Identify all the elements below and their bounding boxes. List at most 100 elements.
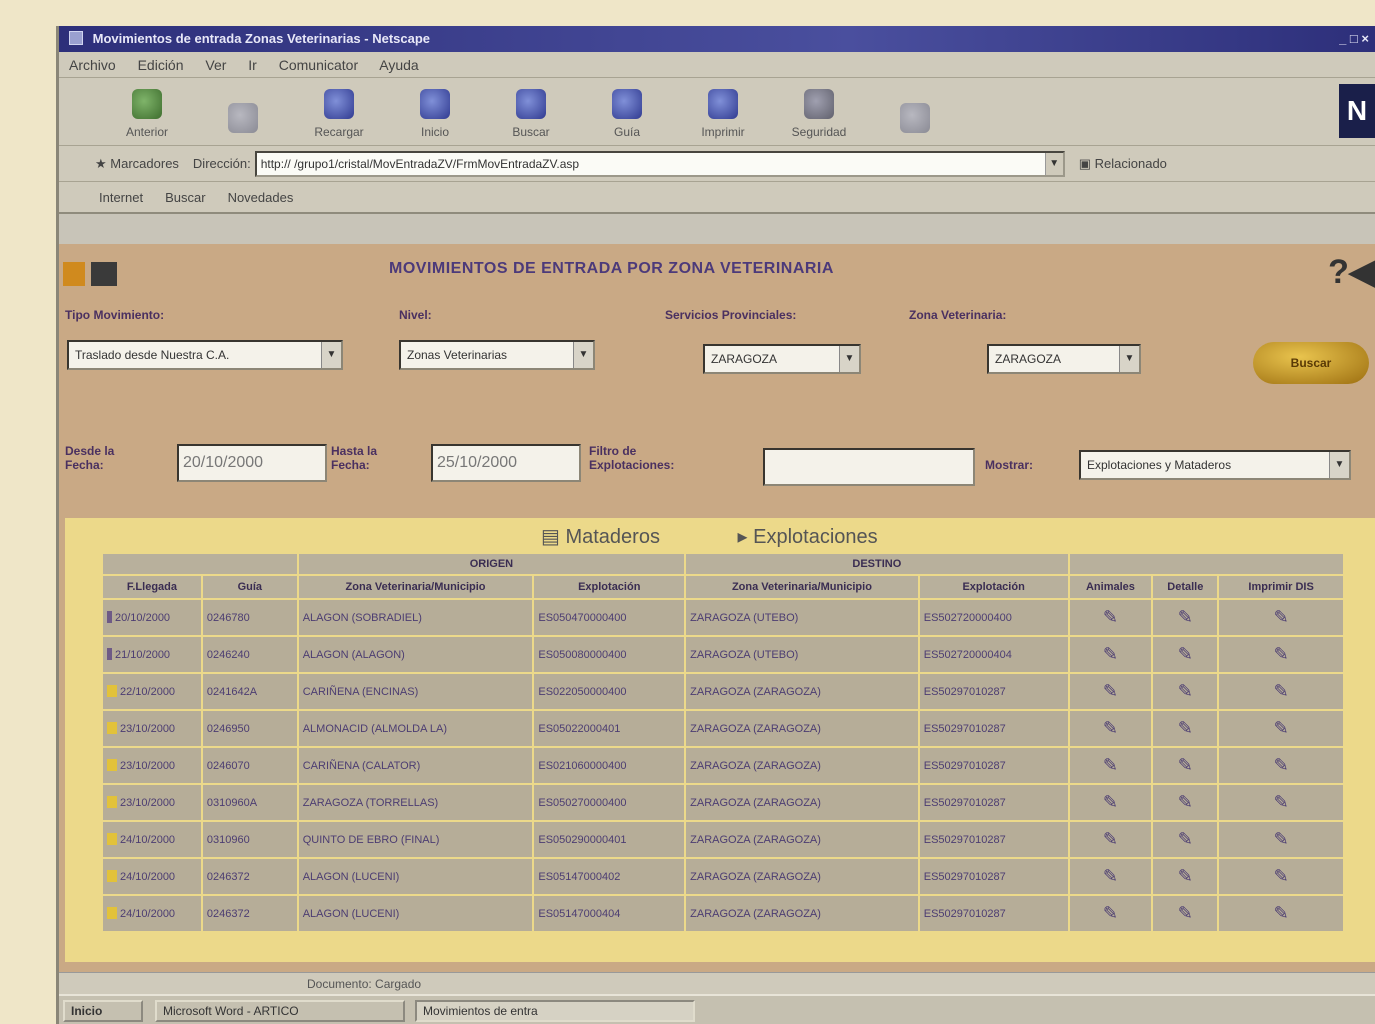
- window-controls[interactable]: _ □ ×: [1339, 26, 1369, 52]
- table-row[interactable]: 23/10/2000 0246950 ALMONACID (ALMOLDA LA) E…: [101, 709, 1345, 748]
- news-link[interactable]: Novedades: [228, 190, 294, 205]
- menu-go[interactable]: Ir: [248, 57, 257, 73]
- imprimir-edit-icon[interactable]: ✎: [1217, 820, 1345, 859]
- animales-edit-icon[interactable]: ✎: [1067, 857, 1154, 896]
- search-link[interactable]: Buscar: [165, 190, 205, 205]
- imprimir-edit-icon[interactable]: ✎: [1217, 746, 1345, 785]
- forward-button[interactable]: [195, 83, 291, 145]
- cell-guia: 0241642A: [200, 672, 299, 711]
- col-zona-origen[interactable]: Zona Veterinaria/Municipio: [296, 574, 535, 600]
- detalle-edit-icon[interactable]: ✎: [1151, 635, 1220, 674]
- detalle-edit-icon[interactable]: ✎: [1151, 820, 1220, 859]
- internet-link[interactable]: Internet: [99, 190, 143, 205]
- filter-row: Tipo Movimiento: Traslado desde Nuestra …: [59, 306, 1375, 386]
- table-row[interactable]: 24/10/2000 0310960 QUINTO DE EBRO (FINAL) E…: [101, 820, 1345, 859]
- table-row[interactable]: 20/10/2000 0246780 ALAGON (SOBRADIEL) ES050…: [101, 598, 1345, 637]
- task-word[interactable]: Microsoft Word - ARTICO: [155, 1000, 405, 1022]
- animales-edit-icon[interactable]: ✎: [1067, 783, 1154, 822]
- imprimir-edit-icon[interactable]: ✎: [1217, 709, 1345, 748]
- menu-edit[interactable]: Edición: [138, 57, 184, 73]
- animales-edit-icon[interactable]: ✎: [1067, 672, 1154, 711]
- back-button[interactable]: Anterior: [99, 83, 195, 145]
- security-button[interactable]: Seguridad: [771, 83, 867, 145]
- cell-expl_o: ES05147000402: [532, 857, 687, 896]
- detalle-edit-icon[interactable]: ✎: [1151, 709, 1220, 748]
- detalle-edit-icon[interactable]: ✎: [1151, 894, 1220, 933]
- filtro-label: Filtro de Explotaciones:: [589, 444, 675, 472]
- menu-communicator[interactable]: Comunicator: [279, 57, 358, 73]
- reload-button[interactable]: Recargar: [291, 83, 387, 145]
- address-dropdown-icon[interactable]: ▼: [1044, 152, 1063, 175]
- nivel-label: Nivel:: [399, 308, 432, 322]
- animales-edit-icon[interactable]: ✎: [1067, 746, 1154, 785]
- guide-button[interactable]: Guía: [579, 83, 675, 145]
- table-row[interactable]: 23/10/2000 0310960A ZARAGOZA (TORRELLAS) ES…: [101, 783, 1345, 822]
- detalle-edit-icon[interactable]: ✎: [1151, 598, 1220, 637]
- imprimir-edit-icon[interactable]: ✎: [1217, 672, 1345, 711]
- hasta-date-input[interactable]: 25/10/2000: [431, 444, 581, 482]
- col-explotacion-origen[interactable]: Explotación: [532, 574, 687, 600]
- imprimir-edit-icon[interactable]: ✎: [1217, 783, 1345, 822]
- start-button[interactable]: Inicio: [63, 1000, 143, 1022]
- address-input[interactable]: http:// /grupo1/cristal/MovEntradaZV/Frm…: [254, 150, 1065, 177]
- task-netscape[interactable]: Movimientos de entra: [415, 1000, 695, 1022]
- imprimir-edit-icon[interactable]: ✎: [1217, 635, 1345, 674]
- cell-guia: 0246950: [200, 709, 299, 748]
- header-blank: [101, 552, 299, 576]
- cell-zona_o: QUINTO DE EBRO (FINAL): [296, 820, 535, 859]
- search-icon: [516, 89, 546, 119]
- tab-explotaciones[interactable]: ▸ Explotaciones: [738, 526, 914, 548]
- title-bar: Movimientos de entrada Zonas Veterinaria…: [59, 26, 1375, 52]
- chevron-down-icon: ▼: [839, 346, 859, 372]
- table-row[interactable]: 24/10/2000 0246372 ALAGON (LUCENI) ES051470…: [101, 894, 1345, 933]
- imprimir-edit-icon[interactable]: ✎: [1217, 894, 1345, 933]
- tab-mataderos[interactable]: ▤ Mataderos: [541, 526, 696, 548]
- table-row[interactable]: 23/10/2000 0246070 CARIÑENA (CALATOR) ES021…: [101, 746, 1345, 785]
- tipo-select[interactable]: Traslado desde Nuestra C.A. ▼: [67, 340, 343, 370]
- desde-date-input[interactable]: 20/10/2000: [177, 444, 327, 482]
- buscar-button[interactable]: Buscar: [1253, 342, 1369, 384]
- print-button[interactable]: Imprimir: [675, 83, 771, 145]
- netscape-icon: [69, 31, 83, 45]
- table-row[interactable]: 22/10/2000 0241642A CARIÑENA (ENCINAS) ES02…: [101, 672, 1345, 711]
- col-explotacion-destino[interactable]: Explotación: [917, 574, 1070, 600]
- table-row[interactable]: 24/10/2000 0246372 ALAGON (LUCENI) ES051470…: [101, 857, 1345, 896]
- folder-marker-icon: [107, 759, 117, 771]
- animales-edit-icon[interactable]: ✎: [1067, 894, 1154, 933]
- detalle-edit-icon[interactable]: ✎: [1151, 857, 1220, 896]
- arrow-marker-icon: [107, 611, 112, 623]
- address-label: Dirección:: [192, 156, 251, 171]
- back-arrow-icon: [132, 89, 162, 119]
- col-guia[interactable]: Guía: [200, 574, 299, 600]
- related-button[interactable]: ▣ Relacionado: [1079, 156, 1167, 172]
- col-fecha[interactable]: F.Llegada: [101, 574, 203, 600]
- mostrar-select[interactable]: Explotaciones y Mataderos ▼: [1079, 450, 1351, 480]
- detalle-edit-icon[interactable]: ✎: [1151, 672, 1220, 711]
- cell-zona_o: CARIÑENA (CALATOR): [296, 746, 535, 785]
- detalle-edit-icon[interactable]: ✎: [1151, 783, 1220, 822]
- animales-edit-icon[interactable]: ✎: [1067, 598, 1154, 637]
- folder-marker-icon: [107, 907, 117, 919]
- menu-view[interactable]: Ver: [205, 57, 226, 73]
- imprimir-edit-icon[interactable]: ✎: [1217, 857, 1345, 896]
- animales-edit-icon[interactable]: ✎: [1067, 635, 1154, 674]
- nivel-select[interactable]: Zonas Veterinarias ▼: [399, 340, 595, 370]
- menu-file[interactable]: Archivo: [69, 57, 116, 73]
- servicios-select[interactable]: ZARAGOZA ▼: [703, 344, 861, 374]
- cell-zona_d: ZARAGOZA (ZARAGOZA): [684, 672, 920, 711]
- animales-edit-icon[interactable]: ✎: [1067, 709, 1154, 748]
- bookmarks-button[interactable]: ★ Marcadores: [95, 156, 179, 172]
- filtro-input[interactable]: [763, 448, 975, 486]
- arrow-marker-icon: [107, 648, 112, 660]
- table-row[interactable]: 21/10/2000 0246240 ALAGON (ALAGON) ES050080…: [101, 635, 1345, 674]
- imprimir-edit-icon[interactable]: ✎: [1217, 598, 1345, 637]
- zona-select[interactable]: ZARAGOZA ▼: [987, 344, 1141, 374]
- help-back-icons[interactable]: ?◀: [1328, 252, 1375, 292]
- animales-edit-icon[interactable]: ✎: [1067, 820, 1154, 859]
- detalle-edit-icon[interactable]: ✎: [1151, 746, 1220, 785]
- home-button[interactable]: Inicio: [387, 83, 483, 145]
- col-zona-destino[interactable]: Zona Veterinaria/Municipio: [684, 574, 920, 600]
- menu-help[interactable]: Ayuda: [379, 57, 418, 73]
- stop-button[interactable]: [867, 83, 963, 145]
- search-button[interactable]: Buscar: [483, 83, 579, 145]
